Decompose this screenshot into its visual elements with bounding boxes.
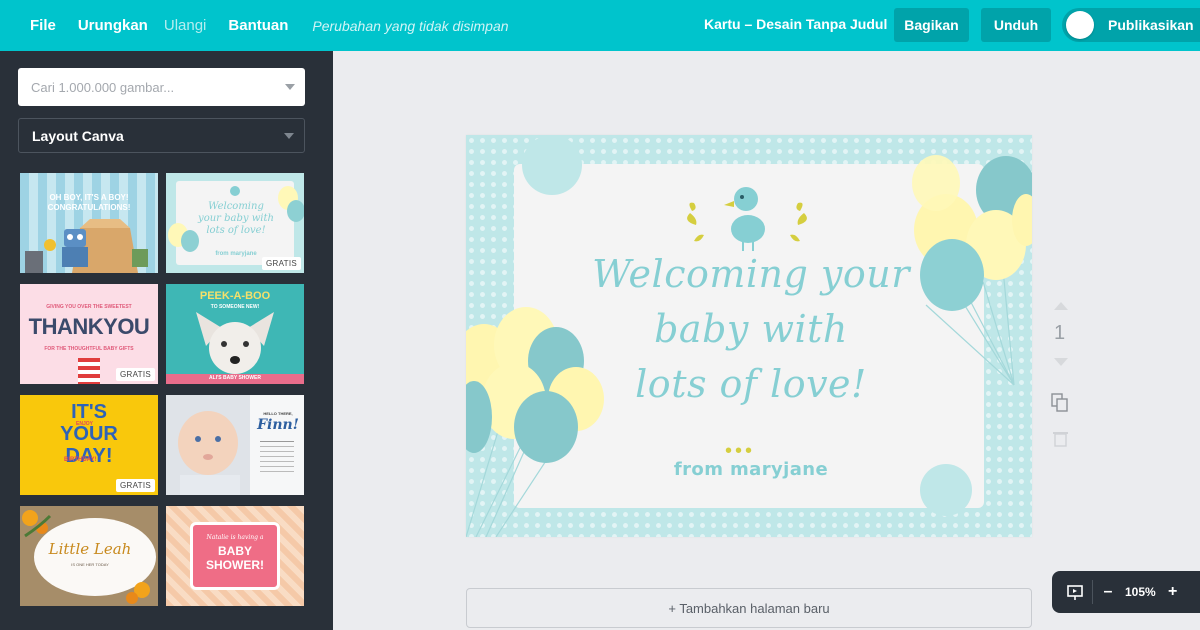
template-text: Little Leah	[48, 540, 132, 558]
page-down-icon[interactable]	[1054, 358, 1068, 366]
template-toptext: HELLO THERE,	[263, 411, 293, 416]
copy-page-icon[interactable]	[1051, 393, 1068, 412]
page-up-icon[interactable]	[1054, 302, 1068, 310]
zoom-controls: – 105% +	[1052, 571, 1200, 613]
balloons-left	[466, 307, 604, 537]
page-controls	[1051, 302, 1068, 447]
free-badge: GRATIS	[262, 257, 301, 270]
publish-label: Publikasikan	[1108, 17, 1194, 33]
publish-toggle[interactable]: Publikasikan	[1062, 8, 1200, 42]
robot-illustration	[25, 219, 148, 273]
template-subtext: IS ONE HER TODAY	[71, 562, 109, 567]
share-button[interactable]: Bagikan	[894, 8, 969, 42]
template-toptext: GIVING YOU OVER THE SWEETEST	[46, 304, 132, 310]
zoom-out-icon[interactable]: –	[1101, 583, 1115, 601]
template-thumbnail[interactable]: Little Leah IS ONE HER TODAY	[20, 506, 158, 606]
template-thumbnail[interactable]: GIVING YOU OVER THE SWEETEST THANKYOU FO…	[20, 284, 158, 384]
template-thumbnail[interactable]: PEEK-A-BOO TO SOMEONE NEW! ALI'S BABY SH…	[166, 284, 304, 384]
balloons-right	[912, 155, 1032, 386]
page-number: 1	[1054, 322, 1066, 344]
image-search-box[interactable]	[18, 68, 305, 106]
zoom-in-icon[interactable]: +	[1166, 583, 1180, 601]
present-icon[interactable]	[1066, 583, 1084, 601]
template-toptext: ENJOY	[76, 421, 93, 427]
template-text: Welcoming your baby with lots of love!	[198, 201, 274, 236]
design-title[interactable]: Kartu – Desain Tanpa Judul	[704, 16, 887, 32]
download-button[interactable]: Unduh	[981, 8, 1051, 42]
template-text: BABY SHOWER!	[206, 544, 264, 572]
headline-line: baby with	[654, 307, 848, 351]
free-badge: GRATIS	[116, 368, 155, 381]
chevron-down-icon	[284, 133, 294, 139]
layout-dropdown[interactable]: Layout Canva	[18, 118, 305, 153]
candy-illustration	[78, 358, 100, 384]
template-thumbnail[interactable]: Welcoming your baby with lots of love! f…	[166, 173, 304, 273]
template-subtext: BIRTHDAY!	[64, 457, 97, 463]
dog-illustration	[196, 312, 274, 374]
template-subtext: ALI'S BABY SHOWER	[209, 375, 261, 381]
template-thumbnail[interactable]: Natalie is having a BABY SHOWER!	[166, 506, 304, 606]
template-thumbnail[interactable]: IT'S YOUR DAY! ENJOY BIRTHDAY! GRATIS	[20, 395, 158, 495]
top-toolbar: File Urungkan Ulangi Bantuan Perubahan y…	[0, 0, 1200, 51]
template-text: Finn!	[257, 417, 299, 433]
menu-file[interactable]: File	[22, 17, 64, 34]
headline-line: lots of love!	[635, 362, 867, 406]
design-canvas[interactable]: Welcoming your baby with lots of love! •…	[466, 135, 1032, 537]
sidebar-panel: Layout Canva OH BOY, IT'S A BOY! CONGRAT…	[0, 51, 333, 630]
template-text: THANKYOU	[28, 314, 150, 339]
baby-photo	[166, 395, 250, 495]
card-signature[interactable]: from maryjane	[586, 459, 916, 480]
add-page-button[interactable]: + Tambahkan halaman baru	[466, 588, 1032, 628]
save-status-text: Perubahan yang tidak disimpan	[312, 17, 509, 34]
toggle-knob[interactable]	[1066, 11, 1094, 39]
menu-undo[interactable]: Urungkan	[70, 17, 156, 34]
menu-help[interactable]: Bantuan	[220, 17, 296, 34]
card-headline[interactable]: Welcoming your baby with lots of love!	[586, 247, 916, 412]
layout-dropdown-label: Layout Canva	[32, 127, 124, 144]
template-subtext: FOR THE THOUGHTFUL BABY GIFTS	[44, 346, 134, 352]
zoom-level[interactable]: 105%	[1125, 585, 1156, 599]
menu-redo[interactable]: Ulangi	[156, 17, 215, 34]
chevron-down-icon[interactable]	[285, 84, 295, 90]
trash-icon[interactable]	[1053, 432, 1068, 447]
duck-illustration	[687, 187, 807, 251]
headline-line: Welcoming your	[592, 252, 910, 296]
template-thumbnail[interactable]: OH BOY, IT'S A BOY! CONGRATULATIONS!	[20, 173, 158, 273]
template-thumbnail[interactable]: HELLO THERE, Finn!	[166, 395, 304, 495]
free-badge: GRATIS	[116, 479, 155, 492]
search-input[interactable]	[31, 79, 261, 95]
template-toptext: Natalie is having a	[206, 534, 264, 541]
